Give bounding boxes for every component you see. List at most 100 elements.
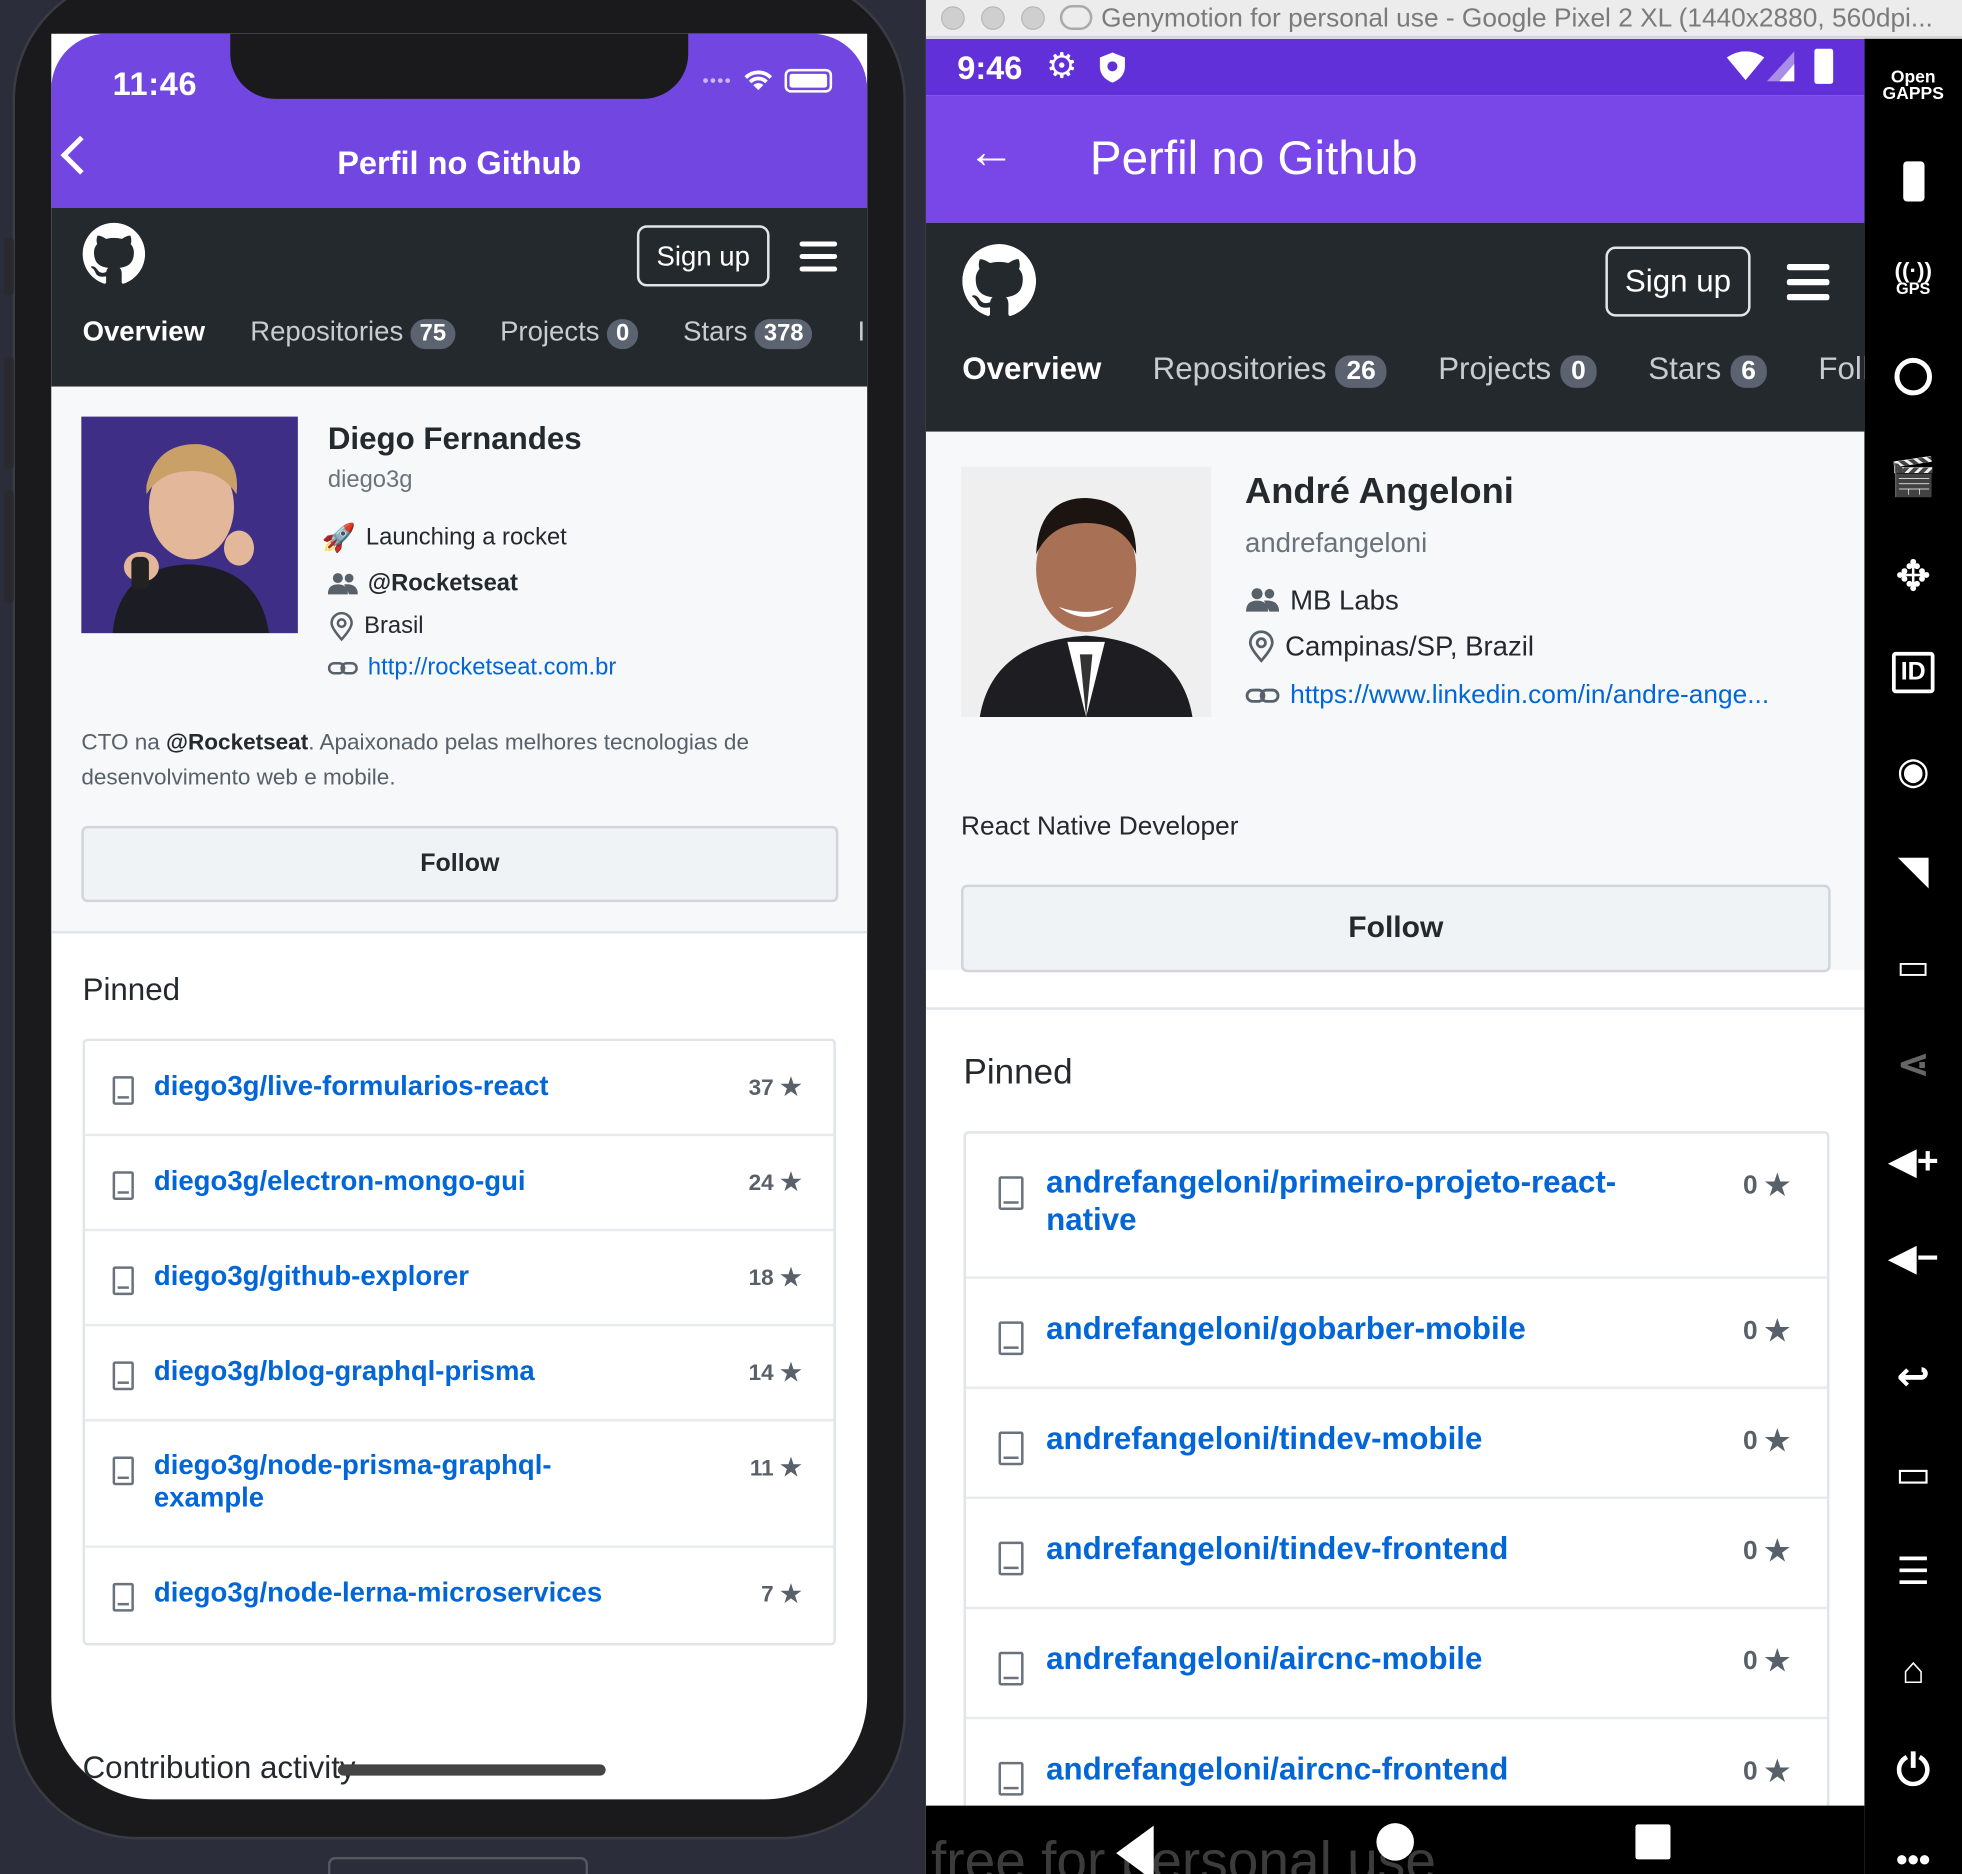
- pinned-item[interactable]: andrefangeloni/tindev-mobile 0 ★: [966, 1389, 1827, 1500]
- profile-location: Campinas/SP, Brazil: [1248, 629, 1534, 664]
- recent-apps-icon[interactable]: ▭: [1864, 1453, 1962, 1497]
- menu-tool-icon[interactable]: ☰: [1864, 1550, 1962, 1594]
- pinned-item[interactable]: andrefangeloni/aircnc-mobile 0 ★: [966, 1609, 1827, 1720]
- back-arrow-icon[interactable]: ←: [967, 126, 1015, 180]
- sms-message-icon[interactable]: ▭: [1864, 946, 1962, 987]
- profile-login: andrefangeloni: [1245, 526, 1428, 559]
- star-icon: ★: [1762, 1751, 1792, 1790]
- window-titlebar: Genymotion for personal use - Google Pix…: [925, 0, 1962, 38]
- repo-icon: [112, 1076, 134, 1105]
- tab-followers[interactable]: Follo: [1818, 352, 1864, 388]
- pinned-item[interactable]: andrefangeloni/gobarber-mobile 0 ★: [966, 1279, 1827, 1389]
- pinned-item[interactable]: diego3g/electron-mongo-gui 24 ★: [85, 1136, 834, 1232]
- battery-tool-icon[interactable]: [1864, 161, 1962, 207]
- repo-icon: [998, 1321, 1024, 1356]
- zoom-window-button[interactable]: [1021, 6, 1045, 31]
- profile-card: Diego Fernandes diego3g 🚀 Launching a roc…: [51, 386, 868, 934]
- page-title: Perfil no Github: [337, 143, 582, 182]
- star-icon: ★: [778, 1071, 804, 1103]
- star-count: 0 ★: [1743, 1641, 1792, 1680]
- capture-video-icon[interactable]: 🎬: [1864, 455, 1962, 499]
- profile-website[interactable]: https://www.linkedin.com/in/andre-ange..…: [1245, 681, 1769, 711]
- star-count: 7 ★: [761, 1577, 804, 1610]
- pinned-item[interactable]: diego3g/github-explorer 18 ★: [85, 1231, 834, 1327]
- github-logo-icon[interactable]: [962, 244, 1037, 318]
- shield-icon: [1099, 52, 1125, 83]
- battery-icon: [784, 68, 833, 92]
- open-gapps-icon[interactable]: Open GAPPS: [1864, 68, 1962, 102]
- pinned-list: diego3g/live-formularios-react 37 ★ diego3…: [82, 1038, 836, 1646]
- tab-overview[interactable]: Overview: [962, 352, 1101, 388]
- count-badge: 75: [410, 319, 455, 350]
- link-icon: [327, 661, 358, 675]
- minimize-window-button[interactable]: [981, 6, 1005, 31]
- tab-projects[interactable]: Projects 0: [1438, 352, 1598, 388]
- tab-projects[interactable]: Projects 0: [500, 315, 638, 350]
- pinned-item[interactable]: diego3g/live-formularios-react 37 ★: [85, 1041, 834, 1137]
- tab-stars[interactable]: Stars 6: [1648, 352, 1768, 388]
- follow-button[interactable]: Follow: [960, 884, 1831, 973]
- github-logo-icon[interactable]: [82, 222, 146, 286]
- android-toolbar: ← Perfil no Github: [925, 95, 1865, 223]
- ios-screen: 11:46 •••• Perfil no Github Sign up Over…: [51, 33, 868, 1800]
- repo-icon: [998, 1651, 1024, 1686]
- star-count: 37 ★: [748, 1071, 804, 1103]
- tab-overview[interactable]: Overview: [83, 315, 205, 348]
- close-window-button[interactable]: [940, 6, 965, 31]
- pinned-item[interactable]: diego3g/blog-graphql-prisma 14 ★: [85, 1326, 834, 1422]
- back-tool-icon[interactable]: ↩: [1864, 1353, 1962, 1401]
- star-count: 0 ★: [1743, 1421, 1792, 1460]
- power-icon[interactable]: ⏻: [1864, 1747, 1962, 1796]
- count-badge: 0: [607, 319, 638, 350]
- pinned-item[interactable]: diego3g/node-prisma-graphql-example 11 ★: [85, 1421, 834, 1548]
- nav-home-icon[interactable]: [1376, 1823, 1414, 1861]
- tab-stars[interactable]: Stars 378: [683, 315, 813, 350]
- profile-organization: MB Labs: [1245, 584, 1399, 617]
- profile-website[interactable]: http://rocketseat.com.br: [327, 654, 616, 682]
- settings-gear-icon: ⚙: [1046, 46, 1078, 86]
- gps-icon[interactable]: ((·)) GPS: [1864, 259, 1962, 298]
- volume-down-icon[interactable]: ◀−: [1864, 1236, 1962, 1280]
- device-id-icon[interactable]: ID: [1864, 651, 1962, 694]
- signup-button[interactable]: Sign up: [636, 225, 770, 287]
- camera-icon[interactable]: [1864, 357, 1962, 402]
- profile-name: Diego Fernandes: [327, 421, 582, 457]
- status-icons: ••••: [702, 68, 833, 93]
- home-indicator[interactable]: [337, 1764, 606, 1776]
- disk-io-icon[interactable]: ◉: [1864, 750, 1962, 794]
- pinned-item[interactable]: diego3g/node-lerna-microservices 7 ★: [85, 1548, 833, 1643]
- pinned-item[interactable]: andrefangeloni/primeiro-projeto-react-na…: [966, 1134, 1827, 1279]
- notch: [230, 33, 689, 99]
- hamburger-menu-icon[interactable]: [799, 241, 838, 272]
- home-tool-icon[interactable]: ⌂: [1864, 1650, 1962, 1693]
- network-rss-icon[interactable]: ◥: [1864, 846, 1962, 894]
- repo-icon: [998, 1176, 1024, 1211]
- tab-repositories[interactable]: Repositories 75: [250, 315, 455, 350]
- count-badge: 0: [1559, 355, 1598, 388]
- nav-back-icon[interactable]: [1116, 1825, 1154, 1874]
- more-options-icon[interactable]: •••: [1864, 1841, 1962, 1874]
- tab-more[interactable]: I: [857, 315, 865, 348]
- follow-button[interactable]: Follow: [81, 825, 839, 903]
- dpad-move-icon[interactable]: ✥: [1864, 552, 1962, 602]
- link-icon: [1245, 688, 1280, 703]
- genymotion-logo-icon: [1059, 5, 1093, 31]
- profile-card: André Angeloni andrefangeloni MB Labs Ca…: [925, 431, 1865, 973]
- people-icon: [1246, 588, 1280, 612]
- hamburger-menu-icon[interactable]: [1786, 264, 1830, 301]
- signup-button[interactable]: Sign up: [1605, 246, 1751, 317]
- star-count: 0 ★: [1743, 1311, 1792, 1349]
- dock-edge: [327, 1856, 589, 1874]
- github-header: Sign up Overview Repositories 75 Project…: [51, 207, 868, 387]
- pinned-item[interactable]: andrefangeloni/tindev-frontend 0 ★: [966, 1499, 1827, 1610]
- nav-recents-icon[interactable]: [1635, 1824, 1671, 1860]
- star-icon: ★: [778, 1356, 804, 1388]
- window-title: Genymotion for personal use - Google Pix…: [1101, 3, 1933, 33]
- tab-repositories[interactable]: Repositories 26: [1153, 352, 1387, 388]
- profile-bio: CTO na @Rocketseat. Apaixonado pelas mel…: [81, 729, 749, 790]
- pinned-title: Pinned: [963, 1052, 1073, 1092]
- avatar: [960, 466, 1212, 717]
- star-count: 24 ★: [748, 1166, 804, 1198]
- volume-up-icon[interactable]: ◀+: [1864, 1140, 1962, 1184]
- repo-icon: [998, 1541, 1024, 1576]
